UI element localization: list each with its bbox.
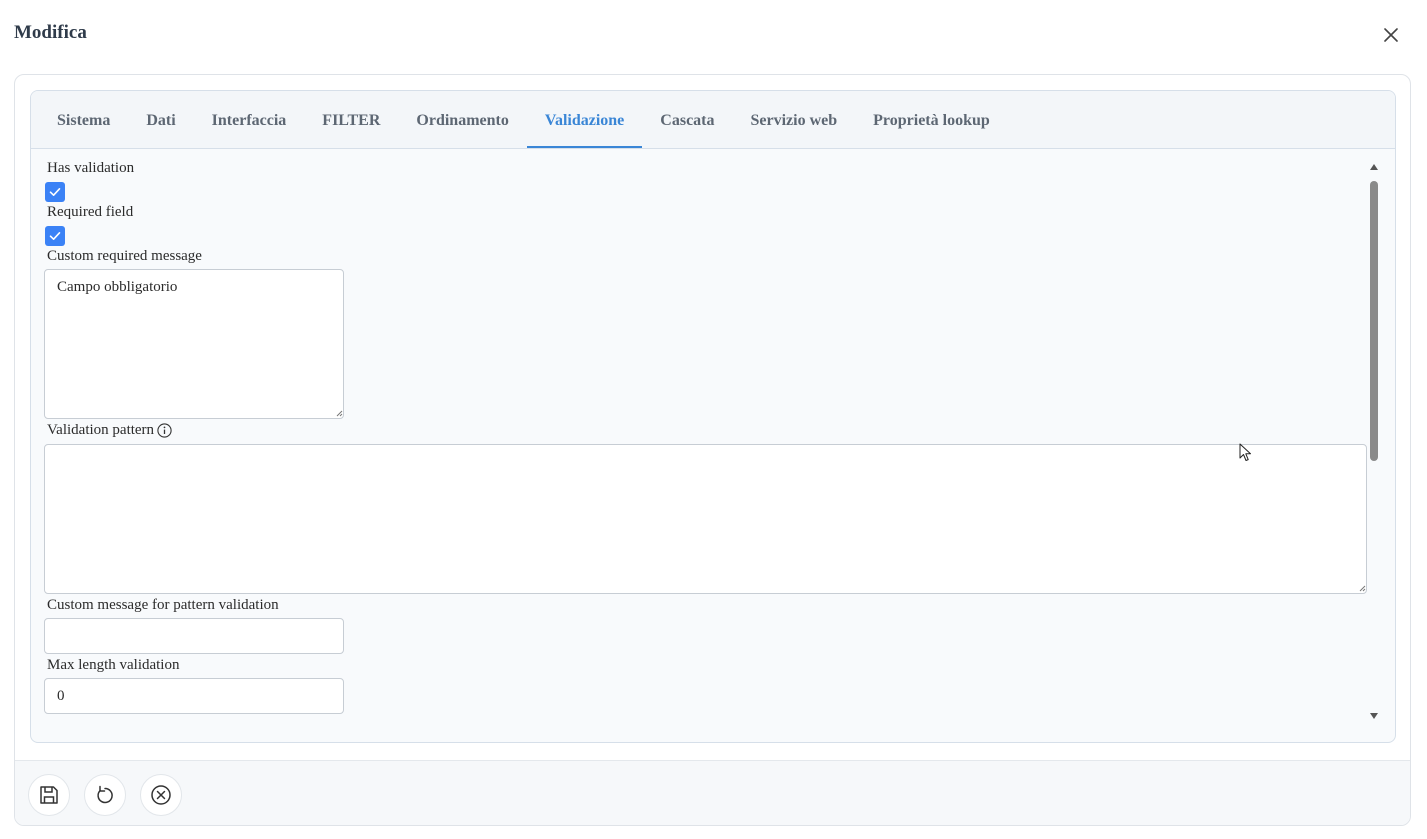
required-field-checkbox[interactable]: [45, 226, 65, 246]
cancel-button[interactable]: [140, 774, 182, 816]
custom-required-message-input[interactable]: Campo obbligatorio: [44, 269, 344, 419]
check-icon: [49, 188, 61, 196]
tab-dati[interactable]: Dati: [128, 91, 193, 148]
max-length-label: Max length validation: [47, 657, 180, 673]
reset-button[interactable]: [84, 774, 126, 816]
dialog-card: Sistema Dati Interfaccia FILTER Ordiname…: [14, 74, 1411, 826]
tab-interfaccia[interactable]: Interfaccia: [194, 91, 305, 148]
tab-validazione[interactable]: Validazione: [526, 91, 643, 148]
scroll-up-arrow[interactable]: [1368, 163, 1380, 173]
tab-ordinamento[interactable]: Ordinamento: [398, 91, 526, 148]
scroll-thumb[interactable]: [1370, 181, 1378, 461]
has-validation-label: Has validation: [47, 160, 135, 176]
dialog-title: Modifica: [14, 22, 87, 43]
tab-servizio-web[interactable]: Servizio web: [733, 91, 856, 148]
tab-panel: Sistema Dati Interfaccia FILTER Ordiname…: [30, 90, 1396, 743]
pattern-message-input[interactable]: [44, 618, 344, 654]
cancel-icon: [151, 785, 171, 805]
resize-grip-icon: [336, 410, 343, 417]
validation-form: Has validation Required field Custom req…: [31, 150, 1395, 742]
scroll-down-arrow[interactable]: [1368, 712, 1380, 722]
custom-required-message-label: Custom required message: [47, 248, 202, 264]
tab-proprieta-lookup[interactable]: Proprietà lookup: [855, 91, 1008, 148]
validation-pattern-input[interactable]: [44, 444, 1367, 594]
pattern-message-label: Custom message for pattern validation: [47, 597, 279, 613]
scrollbar[interactable]: [1368, 163, 1380, 723]
close-icon: [1384, 28, 1398, 42]
close-button[interactable]: [1380, 24, 1402, 46]
tab-cascata[interactable]: Cascata: [642, 91, 732, 148]
tab-sistema[interactable]: Sistema: [39, 91, 128, 148]
triangle-down-icon: [1370, 713, 1378, 719]
dialog-footer: [15, 760, 1410, 825]
triangle-up-icon: [1370, 164, 1378, 170]
validation-pattern-label: Validation pattern: [47, 422, 172, 439]
info-icon[interactable]: [157, 423, 172, 438]
check-icon: [49, 232, 61, 240]
has-validation-checkbox[interactable]: [45, 182, 65, 202]
tab-bar: Sistema Dati Interfaccia FILTER Ordiname…: [31, 91, 1395, 149]
resize-grip-icon: [1359, 585, 1366, 592]
tab-filter[interactable]: FILTER: [304, 91, 398, 148]
mouse-cursor-icon: [1239, 443, 1251, 461]
required-field-label: Required field: [47, 204, 134, 220]
max-length-input[interactable]: 0: [44, 678, 344, 714]
save-button[interactable]: [28, 774, 70, 816]
undo-icon: [97, 785, 113, 804]
save-icon: [40, 786, 58, 804]
validation-pattern-label-text: Validation pattern: [47, 422, 155, 438]
